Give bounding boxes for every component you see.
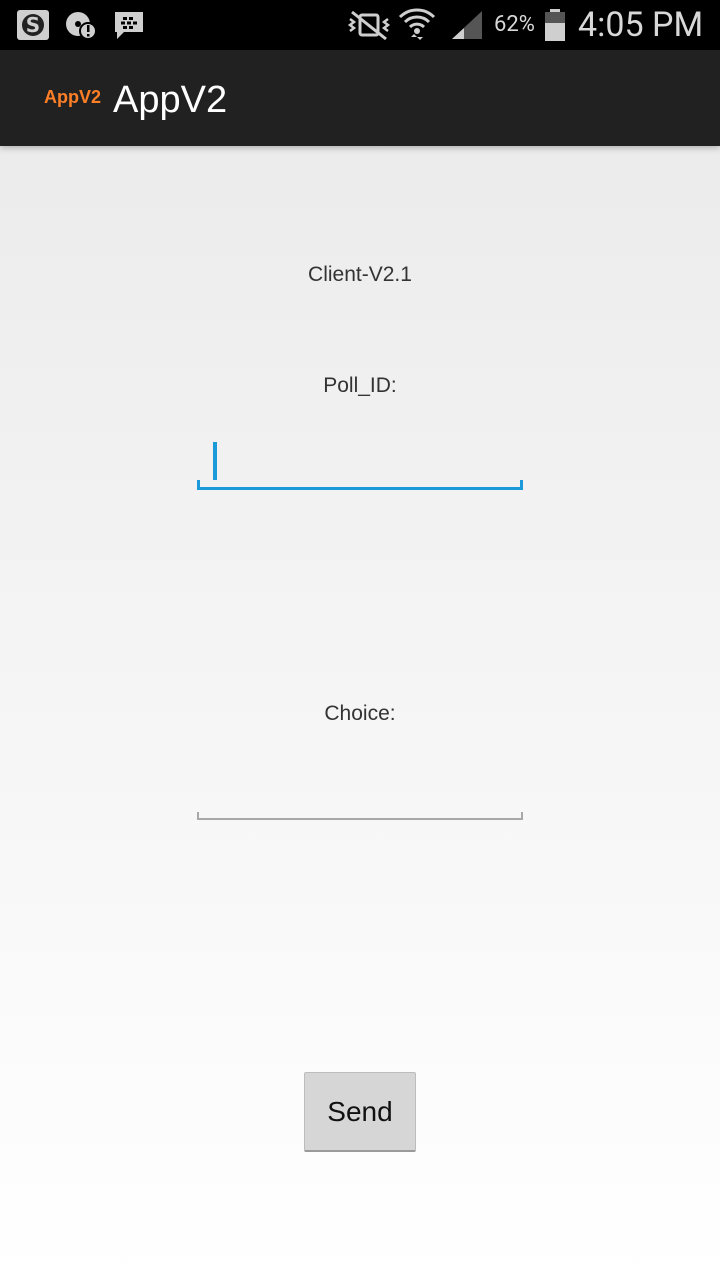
wifi-icon bbox=[398, 8, 436, 40]
disc-alert-icon bbox=[66, 12, 97, 40]
choice-label: Choice: bbox=[324, 702, 396, 725]
bbm-icon bbox=[115, 12, 143, 39]
mute-vibrate-icon bbox=[347, 10, 391, 41]
app-title: AppV2 bbox=[113, 79, 228, 121]
poll-id-underline bbox=[197, 480, 523, 490]
svg-text:S: S bbox=[26, 13, 40, 37]
status-bar: S 62% 4:05 PM bbox=[0, 0, 720, 50]
battery-icon bbox=[545, 9, 565, 41]
signal-icon bbox=[452, 11, 482, 39]
choice-input[interactable] bbox=[197, 770, 523, 820]
action-bar: AppV2 AppV2 bbox=[0, 50, 720, 146]
version-label: Client-V2.1 bbox=[308, 263, 412, 286]
battery-percent: 62% bbox=[494, 12, 535, 37]
app-logo[interactable]: AppV2 bbox=[44, 86, 101, 108]
poll-id-input[interactable] bbox=[197, 440, 523, 490]
poll-id-label: Poll_ID: bbox=[323, 374, 397, 397]
text-cursor bbox=[213, 442, 217, 480]
clock: 4:05 PM bbox=[578, 5, 704, 45]
choice-underline bbox=[197, 812, 523, 820]
send-button[interactable]: Send bbox=[304, 1072, 416, 1152]
swiftkey-icon: S bbox=[17, 10, 49, 40]
